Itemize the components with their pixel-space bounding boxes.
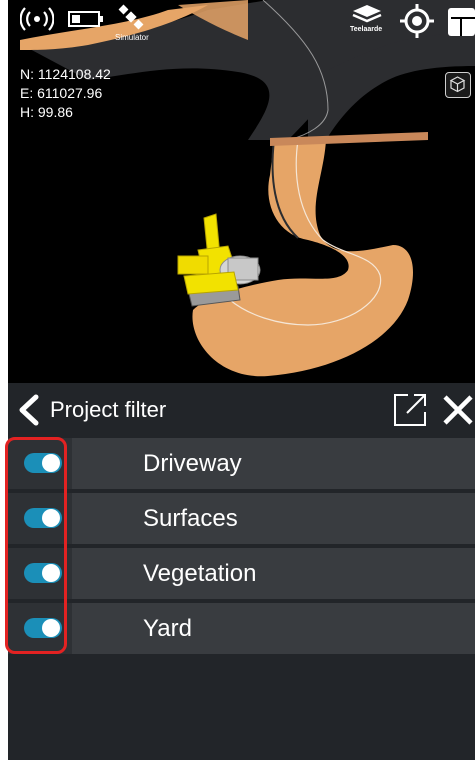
- filter-label: Yard: [143, 615, 192, 642]
- view-cube-icon: [449, 76, 466, 93]
- north-coordinate: N: 1124108.42: [20, 66, 111, 82]
- terrain-scene: [20, 0, 475, 377]
- east-coordinate: E: 611027.96: [20, 85, 103, 101]
- height-coordinate: H: 99.86: [20, 104, 73, 120]
- gps-target-icon[interactable]: [400, 4, 434, 38]
- filter-label: Driveway: [143, 450, 242, 477]
- panel-title: Project filter: [50, 397, 167, 422]
- app-screen: Simulator Teelaarde N: 1124108.42 E: 611…: [8, 0, 475, 760]
- satellite-icon: [118, 4, 144, 30]
- panel-header: Project filter: [8, 383, 475, 437]
- filter-label: Vegetation: [143, 560, 257, 587]
- toggle-cell: [8, 548, 72, 599]
- project-name-label: Teelaarde: [350, 26, 383, 33]
- toggle-cell: [8, 603, 72, 654]
- toggle-knob: [42, 509, 60, 527]
- simulator-label: Simulator: [115, 33, 149, 42]
- filter-label: Surfaces: [143, 505, 238, 532]
- vegetation-toggle[interactable]: [24, 563, 62, 583]
- driveway-toggle[interactable]: [24, 453, 62, 473]
- toggle-knob: [42, 454, 60, 472]
- filter-list: Driveway Surfaces Vegetation Yard: [8, 438, 475, 658]
- close-icon[interactable]: [440, 392, 475, 428]
- toggle-cell: [8, 493, 72, 544]
- filter-row-vegetation[interactable]: Vegetation: [8, 548, 475, 599]
- popout-icon[interactable]: [392, 392, 428, 428]
- toggle-cell: [8, 438, 72, 489]
- yard-toggle[interactable]: [24, 618, 62, 638]
- filter-row-driveway[interactable]: Driveway: [8, 438, 475, 489]
- map-viewport-3d[interactable]: Simulator Teelaarde N: 1124108.42 E: 611…: [8, 0, 475, 383]
- back-chevron-icon[interactable]: [14, 393, 44, 427]
- filter-row-surfaces[interactable]: Surfaces: [8, 493, 475, 544]
- coordinate-readout: N: 1124108.42 E: 611027.96 H: 99.86: [20, 65, 111, 122]
- signal-icon: [20, 7, 54, 31]
- surfaces-toggle[interactable]: [24, 508, 62, 528]
- battery-icon: [68, 11, 103, 27]
- grid-icon[interactable]: [448, 8, 475, 36]
- toggle-knob: [42, 619, 60, 637]
- filter-row-yard[interactable]: Yard: [8, 603, 475, 654]
- view-cube-button[interactable]: [445, 72, 471, 98]
- layers-icon[interactable]: [352, 4, 382, 26]
- project-filter-panel: Project filter Driveway Surfaces Vegetat…: [8, 383, 475, 760]
- status-bar: Simulator Teelaarde: [8, 0, 475, 42]
- toggle-knob: [42, 564, 60, 582]
